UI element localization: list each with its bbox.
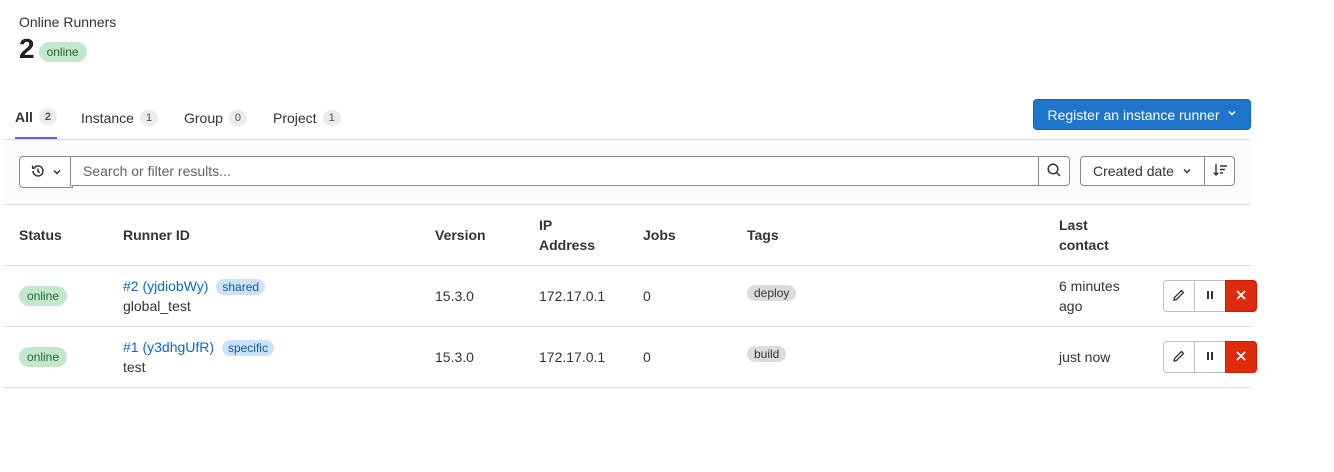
runner-version: 15.3.0 [435,349,474,365]
runner-link[interactable]: #2 (yjdiobWy) [123,278,208,294]
sort-label: Created date [1093,163,1174,179]
register-button-label: Register an instance runner [1047,106,1220,123]
search-input[interactable] [71,157,1035,185]
col-last-contact: Last contact [1059,217,1109,253]
row-actions [1163,280,1257,312]
edit-button[interactable] [1163,341,1195,373]
pause-button[interactable] [1194,341,1226,373]
runner-last-contact: 6 minutes ago [1059,278,1120,314]
runner-link[interactable]: #1 (y3dhgUfR) [123,339,214,355]
filter-bar: Created date [4,140,1251,205]
online-badge: online [38,42,87,62]
chevron-down-icon [1182,163,1192,179]
search-button[interactable] [1038,156,1070,186]
tab-count: 1 [322,110,341,126]
chevron-down-icon [1227,108,1237,121]
col-jobs: Jobs [643,227,676,243]
runner-jobs: 0 [643,349,651,365]
search-field [70,156,1039,186]
runner-type-badge: shared [216,279,266,295]
tab-count: 1 [139,110,159,126]
runner-last-contact: just now [1059,349,1111,365]
stat-count: 2 [19,33,35,64]
tab-all[interactable]: All 2 [15,97,58,139]
tab-label: Group [184,110,223,126]
runner-version: 15.3.0 [435,288,474,304]
pencil-icon [1172,349,1186,366]
col-runner-id: Runner ID [123,227,190,243]
pause-icon [1203,288,1217,305]
stat-label: Online Runners [19,14,117,30]
tab-label: Instance [81,110,134,126]
edit-button[interactable] [1163,280,1195,312]
tab-count: 0 [228,110,248,126]
register-instance-runner-button[interactable]: Register an instance runner [1033,99,1251,130]
row-actions [1163,341,1257,373]
pause-icon [1203,349,1217,366]
tab-project[interactable]: Project 1 [273,97,341,139]
status-badge: online [19,286,68,306]
col-ip-address: IP Address [539,217,596,253]
table-row: online #2 (yjdiobWy) shared global_test … [4,266,1257,327]
col-tags: Tags [747,227,779,243]
col-status: Status [19,227,62,243]
table-header: Status Runner ID Version IP Address Jobs… [4,205,1251,266]
sort-direction-icon [1212,162,1228,181]
pause-button[interactable] [1194,280,1226,312]
runner-ip: 172.17.0.1 [539,288,606,304]
search-icon [1046,162,1062,181]
tab-group[interactable]: Group 0 [184,97,248,139]
recent-searches-button[interactable] [19,156,73,188]
runner-ip: 172.17.0.1 [539,349,606,365]
col-version: Version [435,227,486,243]
delete-button[interactable] [1225,341,1257,373]
sort-direction-button[interactable] [1204,156,1235,186]
online-runners-stat: Online Runners 2 online [19,14,116,66]
runners-table: Status Runner ID Version IP Address Jobs… [4,205,1257,388]
tab-count: 2 [38,109,58,125]
close-icon [1234,288,1248,305]
runner-jobs: 0 [643,288,651,304]
tag-badge: build [747,346,787,362]
tab-label: Project [273,110,317,126]
table-row: online #1 (y3dhgUfR) specific test 15.3.… [4,327,1257,388]
status-badge: online [19,347,68,367]
sort-dropdown[interactable]: Created date [1080,156,1205,186]
tab-label: All [15,109,33,125]
runner-description: test [123,359,146,375]
runner-type-badge: specific [221,340,274,356]
tag-badge: deploy [747,285,797,301]
pencil-icon [1172,288,1186,305]
tab-instance[interactable]: Instance 1 [81,97,159,139]
history-icon [30,163,46,182]
close-icon [1234,349,1248,366]
delete-button[interactable] [1225,280,1257,312]
runner-description: global_test [123,298,191,314]
chevron-down-icon [52,164,62,180]
